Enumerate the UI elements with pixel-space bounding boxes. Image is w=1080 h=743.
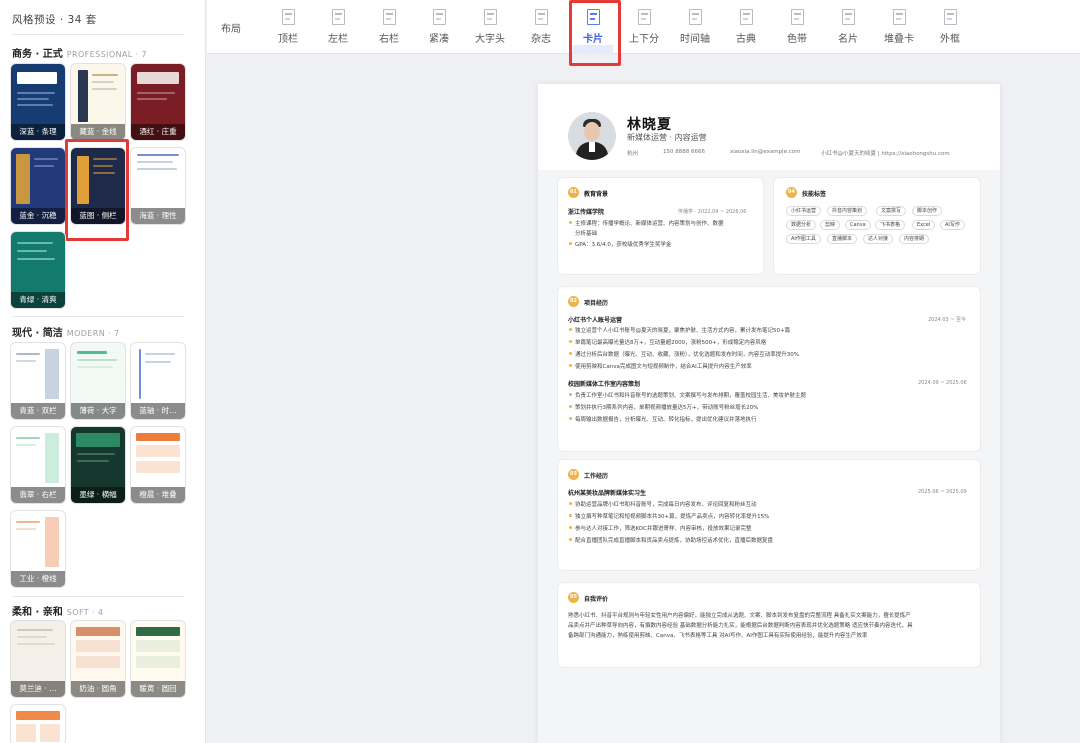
group-business: 商务 · 正式 PROFESSIONAL · 7 (12, 49, 147, 60)
layout-label: 布局 (221, 24, 241, 35)
resume-preview: 林晓夏 新媒体运营 · 内容运营 杭州 150 8888 6666 xiaoxi… (538, 84, 1000, 743)
resume-role: 新媒体运营 · 内容运营 (627, 133, 707, 142)
layout-big-header[interactable]: 大字头 (468, 6, 512, 48)
skill-tag: 抖音内容策划 (827, 206, 868, 216)
layout-icon (483, 9, 497, 25)
skill-tag: 达人对接 (863, 234, 894, 244)
preset-thumb[interactable]: 墨绿 · 横幅 (71, 427, 125, 503)
skill-tag: 剪映 (820, 220, 841, 230)
project-date: 2024.09 ~ 2025.06 (918, 380, 967, 386)
project-date: 2024.03 ~ 至今 (928, 317, 967, 323)
layout-compact[interactable]: 紧凑 (417, 6, 461, 48)
skill-tag: 内容排期 (899, 234, 930, 244)
style-preset-sidebar: 风格预设 · 34 套 商务 · 正式 PROFESSIONAL · 7 深蓝 ·… (0, 0, 206, 743)
education-card: 01 教育背景 浙江传媒学院 传播学 · 2022.09 ~ 2026.06 主… (557, 177, 764, 275)
section-title: 教育背景 (584, 191, 609, 198)
skill-tag: 脚本创作 (912, 206, 943, 216)
layout-icon (892, 9, 906, 25)
skill-tag: 数据分析 (786, 220, 817, 230)
skill-tag: Canva (845, 220, 871, 230)
preset-thumb[interactable]: 橙晨 · 堆叠 (131, 427, 185, 503)
layout-right-bar[interactable]: 右栏 (367, 6, 411, 48)
layout-icon (534, 9, 548, 25)
layout-stacked-card[interactable]: 堆叠卡 (877, 6, 921, 48)
preset-thumb[interactable]: 莫兰迪 · … (11, 621, 65, 697)
contact-social: 小红书@小夏天的晓夏 | https://xiaohongshu.com (821, 151, 950, 157)
sidebar-title: 风格预设 · 34 套 (12, 14, 97, 26)
group-soft: 柔和 · 亲和 SOFT · 4 (12, 607, 104, 618)
preset-thumb[interactable]: 海蓝 · 理性 (131, 148, 185, 224)
layout-top-bar[interactable]: 顶栏 (266, 6, 310, 48)
section-title: 工作经历 (584, 473, 609, 480)
layout-outer-frame[interactable]: 外框 (928, 6, 972, 48)
active-layout-highlight (569, 0, 621, 66)
layout-icon (637, 9, 651, 25)
preset-thumb[interactable]: 暖黄 · 圆回 (131, 621, 185, 697)
skill-tag: AI写作 (940, 220, 965, 230)
preset-thumb[interactable]: 工业 · 橙线 (11, 511, 65, 587)
layout-icon (382, 9, 396, 25)
layout-icon (841, 9, 855, 25)
layout-magazine[interactable]: 杂志 (519, 6, 563, 48)
resume-builder-app: 风格预设 · 34 套 商务 · 正式 PROFESSIONAL · 7 深蓝 ·… (0, 0, 1080, 743)
preset-thumb[interactable]: 青蓝 · 双栏 (11, 343, 65, 419)
preset-thumb[interactable]: 薄荷 · 大字 (71, 343, 125, 419)
layout-toolbar: 布局 顶栏 左栏 右栏 紧凑 大字头 杂志 卡片 上下分 时间轴 古典 色带 名… (207, 0, 1080, 66)
contact-email: xiaoxia.lin@example.com (730, 149, 801, 155)
project-name: 校园新媒体工作室内容策划 (568, 381, 641, 388)
layout-icon (281, 9, 295, 25)
avatar (568, 112, 616, 160)
group-modern: 现代 · 简洁 MODERN · 7 (12, 328, 120, 339)
skill-tag: 直播脚本 (827, 234, 858, 244)
layout-icon (432, 9, 446, 25)
layout-business-card[interactable]: 名片 (826, 6, 870, 48)
layout-icon (331, 9, 345, 25)
layout-icon (688, 9, 702, 25)
work-card: 03 工作经历 杭州某美妆品牌新媒体实习生 2025.06 ~ 2025.09 … (557, 459, 981, 571)
education-meta: 传播学 · 2022.09 ~ 2026.06 (678, 209, 747, 215)
selected-preset-highlight (65, 139, 129, 241)
preset-thumb[interactable]: 青绿 · 清爽 (11, 232, 65, 308)
preset-thumb[interactable]: 深蓝 · 条理 (11, 64, 65, 140)
job-date: 2025.06 ~ 2025.09 (918, 489, 967, 495)
resume-name: 林晓夏 (627, 117, 672, 133)
skills-card: 04 技能标签 小红书运营 抖音内容策划 文案撰写 脚本创作 数据分析 剪映 C… (773, 177, 981, 275)
contact-phone: 150 8888 6666 (663, 149, 705, 155)
layout-left-bar[interactable]: 左栏 (316, 6, 360, 48)
divider (12, 316, 184, 317)
skill-tag: 小红书运营 (786, 206, 822, 216)
skill-tag: Excel (912, 220, 936, 230)
preset-thumb[interactable]: 翡翠 · 右栏 (11, 427, 65, 503)
layout-classic[interactable]: 古典 (724, 6, 768, 48)
preset-thumb[interactable]: 酒红 · 庄重 (131, 64, 185, 140)
contact-city: 杭州 (627, 151, 639, 157)
layout-icon (739, 9, 753, 25)
layout-timeline[interactable]: 时间轴 (673, 6, 717, 48)
preset-thumb[interactable] (11, 705, 65, 743)
preset-thumb[interactable]: 藏蓝 · 金线 (71, 64, 125, 140)
skill-tag: AI作图工具 (786, 234, 821, 244)
preset-thumb[interactable]: 奶油 · 圆角 (71, 621, 125, 697)
resume-header: 林晓夏 新媒体运营 · 内容运营 杭州 150 8888 6666 xiaoxi… (538, 84, 1000, 170)
layout-top-bottom[interactable]: 上下分 (622, 6, 666, 48)
layout-icon (943, 9, 957, 25)
job-title: 杭州某美妆品牌新媒体实习生 (568, 490, 647, 497)
summary-card: 05 自我评价 熟悉小红书、抖音平台规则与年轻女性用户内容偏好，能独立完成从选题… (557, 582, 981, 668)
divider (12, 34, 184, 35)
skill-tag: 飞书表格 (875, 220, 906, 230)
school-name: 浙江传媒学院 (568, 209, 605, 216)
section-title: 自我评价 (584, 596, 609, 603)
layout-icon (790, 9, 804, 25)
project-name: 小红书个人账号运营 (568, 317, 623, 324)
section-title: 技能标签 (802, 191, 827, 198)
projects-card: 02 项目经历 小红书个人账号运营 2024.03 ~ 至今 独立运营个人小红书… (557, 286, 981, 452)
skill-tag: 文案撰写 (876, 206, 907, 216)
preset-thumb[interactable]: 蓝轴 · 时… (131, 343, 185, 419)
preset-thumb[interactable]: 蓝金 · 沉稳 (11, 148, 65, 224)
divider (12, 596, 184, 597)
layout-color-band[interactable]: 色带 (775, 6, 819, 48)
section-title: 项目经历 (584, 300, 609, 307)
